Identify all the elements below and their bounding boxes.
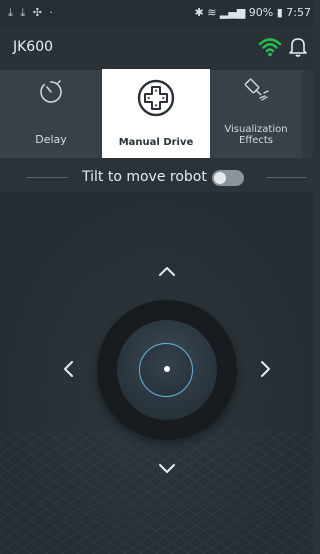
- mode-label: Visualization Effects: [224, 124, 288, 146]
- mode-manual-drive[interactable]: Manual Drive: [102, 69, 210, 158]
- status-bar: ⤓ ⤓ ✣ · ✱ ≋ ▂▄▆ 90% ▮ 7:57: [0, 0, 313, 26]
- toggle-knob: [214, 172, 226, 184]
- mode-delay[interactable]: Delay: [0, 70, 103, 158]
- left-arrow-icon[interactable]: [59, 359, 79, 379]
- satellite-icon: [244, 78, 269, 101]
- bell-icon[interactable]: [288, 36, 308, 58]
- down-arrow-icon[interactable]: [157, 458, 177, 478]
- divider-right: [266, 177, 306, 178]
- wifi-icon[interactable]: [258, 36, 282, 58]
- mode-selector: Delay Manual Drive Visualization Effects: [0, 69, 313, 158]
- tilt-label: Tilt to move robot: [82, 169, 207, 185]
- floor-grid: [0, 430, 313, 554]
- mode-label: Delay: [35, 133, 67, 146]
- tilt-control-row: Tilt to move robot: [0, 164, 313, 192]
- gamepad-icon: [137, 79, 175, 117]
- divider-left: [26, 177, 68, 178]
- up-arrow-icon[interactable]: [157, 262, 177, 282]
- right-arrow-icon[interactable]: [255, 359, 275, 379]
- device-name: JK600: [13, 39, 54, 55]
- mode-visualization-effects[interactable]: Visualization Effects: [210, 70, 302, 158]
- tilt-toggle[interactable]: [212, 170, 244, 186]
- status-indicators: ✱ ≋ ▂▄▆ 90% ▮ 7:57: [194, 6, 312, 19]
- joystick-center-dot: [164, 366, 170, 372]
- notification-icons: ⤓ ⤓ ✣ ·: [8, 6, 55, 19]
- mode-overflow-edge[interactable]: [302, 70, 313, 158]
- app-bar: JK600: [0, 26, 313, 70]
- timer-icon: [40, 80, 62, 103]
- mode-label: Manual Drive: [118, 137, 194, 148]
